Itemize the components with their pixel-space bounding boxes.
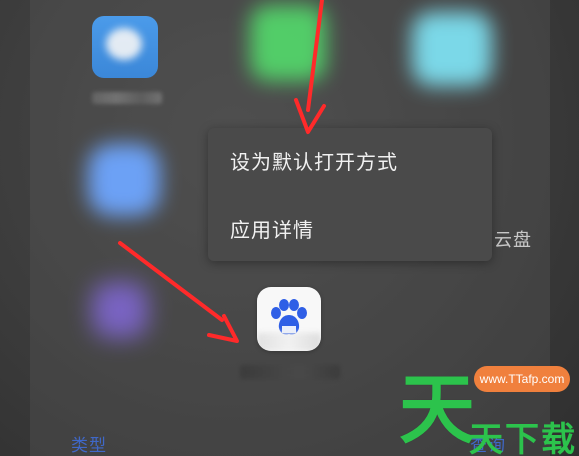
bottom-left-tab[interactable]: 类型	[71, 431, 107, 456]
app-icon-blue-round[interactable]	[88, 144, 160, 216]
app-label-redacted-center	[240, 365, 340, 379]
screen: 云盘 设为默认打开方式 应用详情 类型 查询 天 www.TTafp.com 天…	[0, 0, 579, 456]
app-icon-blurred-blue[interactable]	[92, 16, 158, 78]
context-menu: 设为默认打开方式 应用详情	[208, 128, 492, 261]
blurred-icon-overlay	[257, 333, 321, 351]
app-icon-cyan[interactable]	[412, 12, 492, 86]
bottom-right-tab[interactable]: 查询	[470, 431, 506, 456]
side-label: 云盘	[494, 230, 532, 251]
app-label-redacted	[92, 92, 162, 104]
app-icon-green[interactable]	[250, 5, 326, 81]
app-icon-purple[interactable]	[92, 282, 148, 338]
menu-item-app-details[interactable]: 应用详情	[230, 214, 314, 243]
menu-item-set-default[interactable]: 设为默认打开方式	[230, 146, 398, 175]
app-icon-baidu[interactable]	[257, 287, 321, 351]
blurred-app-glyph	[106, 28, 142, 60]
